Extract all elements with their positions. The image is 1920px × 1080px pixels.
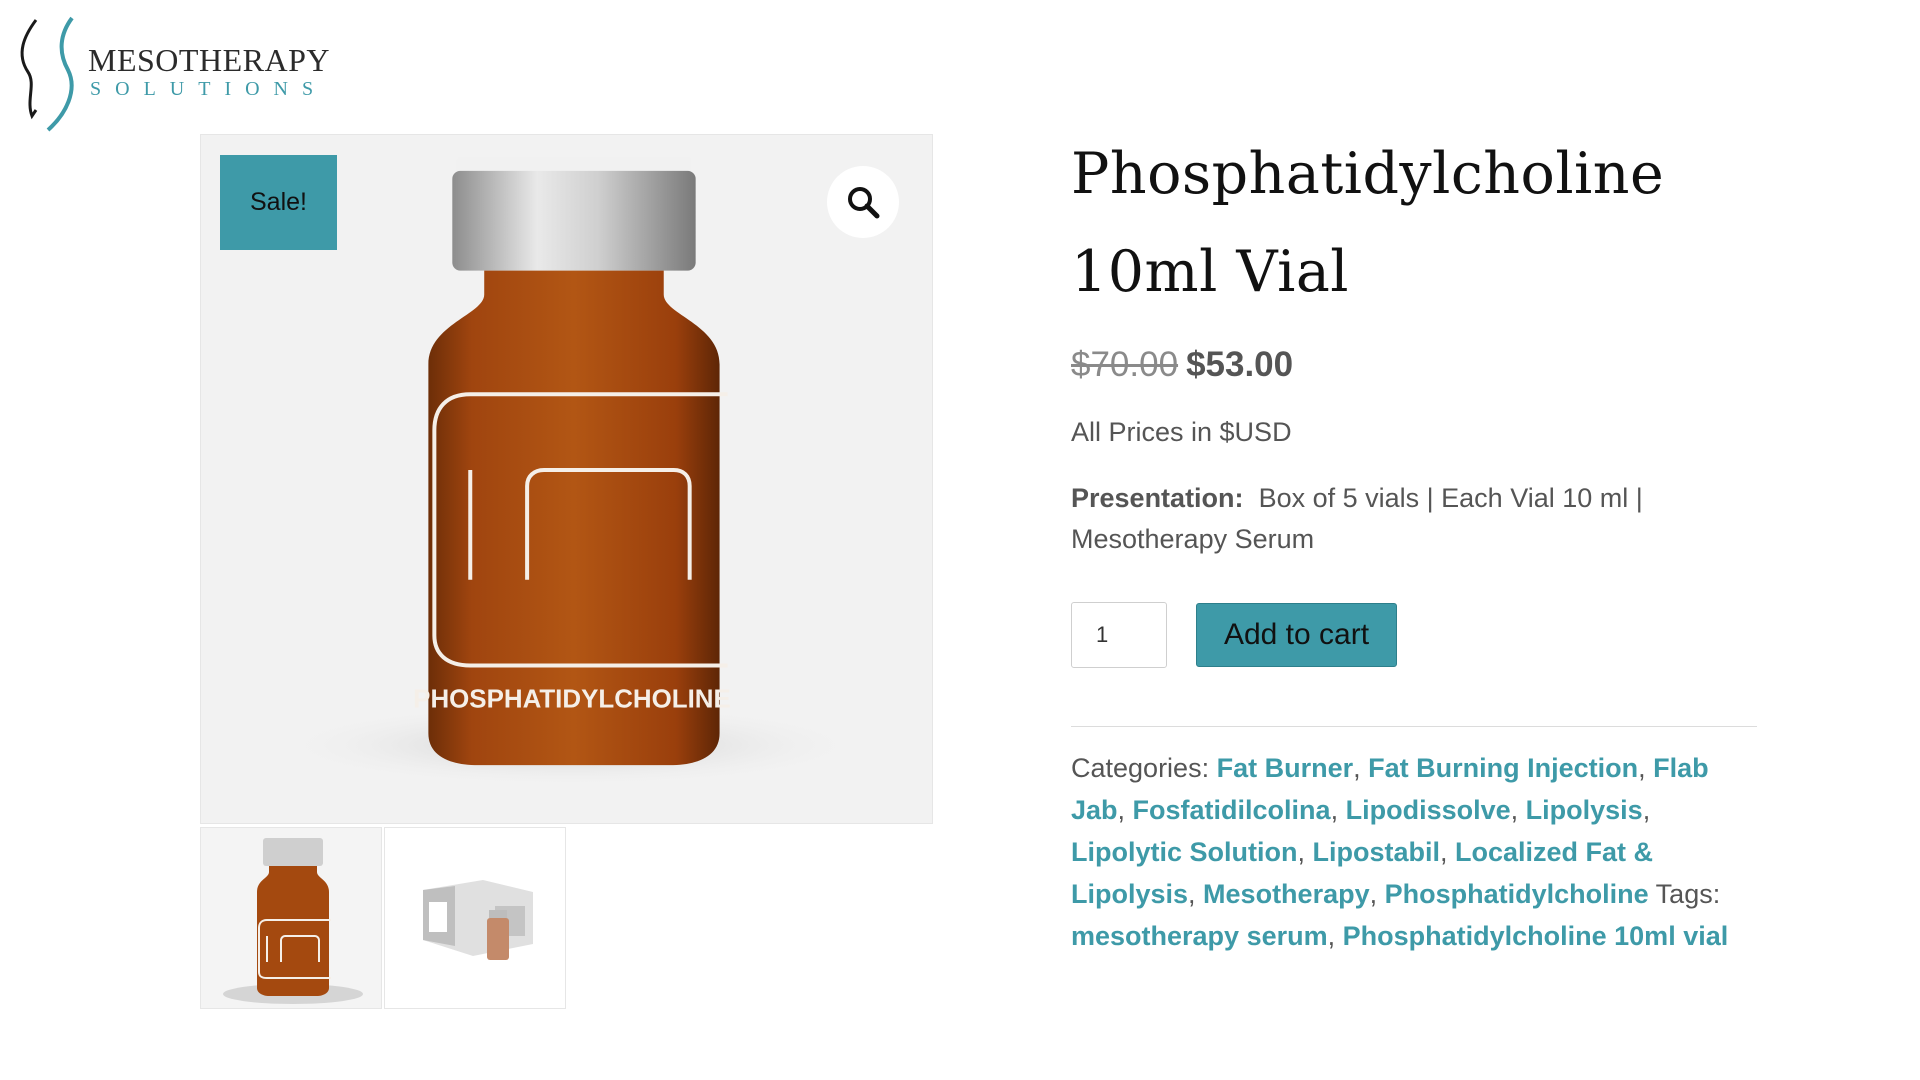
tag-link[interactable]: Phosphatidylcholine 10ml vial	[1343, 921, 1729, 951]
category-link[interactable]: Phosphatidylcholine	[1385, 879, 1649, 909]
thumbnail-strip	[200, 827, 566, 1010]
product-title-line2: 10ml Vial	[1071, 239, 1350, 305]
site-logo[interactable]: MESOTHERAPY SOLUTIONS	[14, 14, 334, 134]
category-link[interactable]: Lipolysis	[1526, 795, 1643, 825]
presentation-value: Box of 5 vials | Each Vial 10 ml |	[1258, 483, 1643, 513]
thumbnail-vial[interactable]	[200, 827, 382, 1009]
product-title-line1: Phosphatidylcholine	[1071, 141, 1665, 207]
category-link[interactable]: Lipolytic Solution	[1071, 837, 1297, 867]
search-icon	[848, 187, 880, 219]
product-title: Phosphatidylcholine 10ml Vial	[1071, 125, 1757, 321]
category-link[interactable]: Mesotherapy	[1203, 879, 1370, 909]
categories-label: Categories:	[1071, 753, 1210, 783]
tag-link[interactable]: mesotherapy serum	[1071, 921, 1328, 951]
sale-badge: Sale!	[220, 155, 337, 250]
vial-label-text: PHOSPHATIDYLCHOLINE	[413, 685, 731, 713]
presentation-value-cont: Mesotherapy Serum	[1071, 524, 1315, 554]
vial-thumbnail-image	[223, 838, 363, 1004]
cart-form: Add to cart	[1071, 602, 1757, 668]
category-link[interactable]: Fat Burner	[1217, 753, 1354, 783]
category-link[interactable]: Fosfatidilcolina	[1133, 795, 1331, 825]
price-original: $70.00	[1071, 345, 1179, 384]
logo-tagline: SOLUTIONS	[90, 78, 328, 100]
tags-label: Tags:	[1655, 879, 1721, 909]
zoom-button[interactable]	[827, 166, 899, 238]
logo-wordmark: MESOTHERAPY	[88, 42, 330, 78]
price: $70.00 $53.00	[1071, 343, 1757, 387]
category-link[interactable]: Lipostabil	[1313, 837, 1441, 867]
quantity-input[interactable]	[1071, 602, 1167, 668]
presentation: Presentation: Box of 5 vials | Each Vial…	[1071, 478, 1757, 560]
thumbnail-box[interactable]	[384, 827, 566, 1009]
divider	[1071, 726, 1757, 727]
currency-note: All Prices in $USD	[1071, 417, 1292, 447]
product-summary: Phosphatidylcholine 10ml Vial $70.00 $53.…	[1071, 125, 1757, 957]
product-meta: Categories: Fat Burner, Fat Burning Inje…	[1071, 753, 1729, 951]
category-link[interactable]: Lipodissolve	[1346, 795, 1511, 825]
category-link[interactable]: Fat Burning Injection	[1368, 753, 1638, 783]
add-to-cart-button[interactable]: Add to cart	[1196, 603, 1397, 667]
presentation-label: Presentation:	[1071, 483, 1244, 513]
logo-mark-icon	[20, 16, 74, 132]
price-sale: $53.00	[1186, 345, 1294, 384]
box-thumbnail-image	[423, 880, 533, 960]
